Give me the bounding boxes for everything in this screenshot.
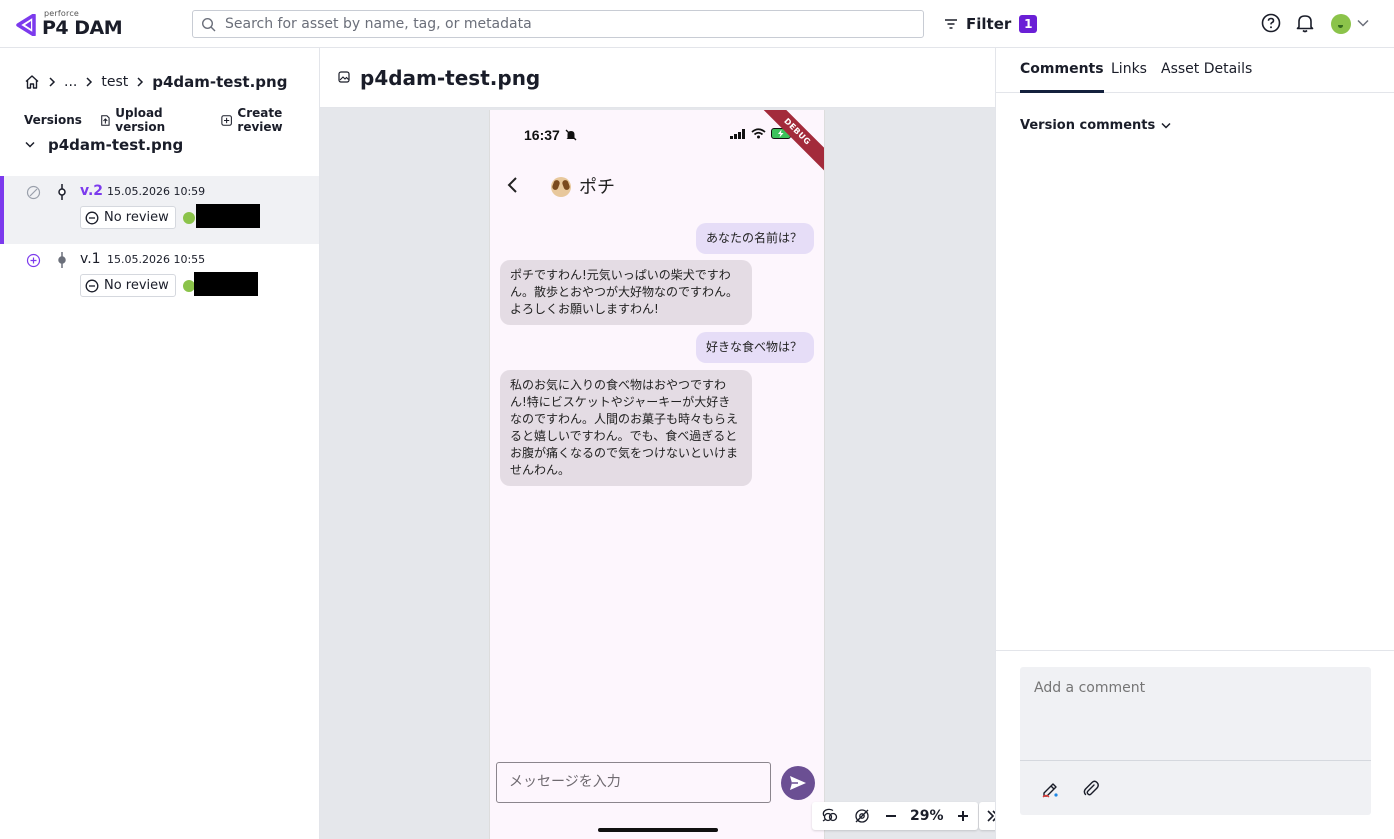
versions-panel: ... test p4dam-test.png Versions Upload … xyxy=(0,48,320,839)
attachment-paperclip-icon[interactable] xyxy=(1082,779,1100,799)
search-bar[interactable] xyxy=(192,10,924,38)
phone-send-button xyxy=(781,766,815,800)
app-logo[interactable]: perforce P4 DAM xyxy=(16,8,126,40)
tree-root-label: p4dam-test.png xyxy=(48,136,184,154)
chevron-down-icon xyxy=(25,141,35,148)
upload-file-icon xyxy=(101,114,110,126)
create-review-label: Create review xyxy=(237,106,283,134)
asset-preview-image: 16:37 DEBUG ポチ あなたの名前は？ ポチですわん!元気いっぱいの柴犬… xyxy=(489,110,825,839)
zoom-level: 29% xyxy=(910,808,944,824)
comment-box xyxy=(1020,667,1371,815)
tab-comments[interactable]: Comments xyxy=(1020,61,1104,93)
chevron-right-icon xyxy=(49,77,56,87)
commit-node-icon xyxy=(58,252,66,268)
viewer-header: p4dam-test.png xyxy=(320,48,995,108)
compare-view-icon[interactable] xyxy=(820,808,840,824)
versions-title: Versions xyxy=(24,113,82,127)
tab-asset-details[interactable]: Asset Details xyxy=(1161,61,1252,93)
chevron-right-icon xyxy=(86,77,93,87)
compare-disabled-icon[interactable] xyxy=(26,185,41,200)
zoom-in-icon[interactable] xyxy=(956,809,970,823)
send-icon xyxy=(790,776,806,790)
zoom-toolbar: 29% xyxy=(812,802,978,830)
asset-viewer: p4dam-test.png 16:37 DEBUG ポチ あなたの名前は？ ポ… xyxy=(320,48,1007,839)
version-date: 15.05.2026 10:55 xyxy=(107,253,206,266)
breadcrumb-current: p4dam-test.png xyxy=(152,73,288,91)
create-review-button[interactable]: Create review xyxy=(221,106,319,134)
asset-title: p4dam-test.png xyxy=(360,66,541,90)
filter-label: Filter xyxy=(966,15,1012,33)
muted-bell-icon xyxy=(565,129,577,141)
version-date: 15.05.2026 10:59 xyxy=(107,185,206,198)
version-label: v.1 xyxy=(80,251,101,267)
chat-message-bot: ポチですわん!元気いっぱいの柴犬ですわん。散歩とおやつが大好物なのですわん。よろ… xyxy=(500,260,752,325)
versions-toolbar: Versions Upload version Create review xyxy=(24,106,319,134)
version-tree-root[interactable]: p4dam-test.png xyxy=(24,136,183,154)
review-status-label: No review xyxy=(104,278,169,293)
chat-message-user: あなたの名前は？ xyxy=(696,223,814,254)
user-avatar[interactable] xyxy=(1331,14,1351,34)
p4-logo-icon xyxy=(16,14,36,36)
author-avatar xyxy=(183,212,195,224)
no-review-icon xyxy=(85,211,99,224)
chat-name: ポチ xyxy=(579,177,615,198)
version-row-v1[interactable]: v.1 15.05.2026 10:55 No review xyxy=(0,244,319,312)
search-input[interactable] xyxy=(225,14,905,34)
help-icon[interactable] xyxy=(1261,13,1281,33)
notifications-bell-icon[interactable] xyxy=(1296,13,1314,33)
details-panel: Comments Links Asset Details Version com… xyxy=(995,48,1394,839)
dog-emoji-icon xyxy=(551,177,571,197)
wifi-icon xyxy=(751,128,766,139)
search-icon xyxy=(201,17,216,32)
commit-node-icon xyxy=(58,184,66,200)
image-file-icon xyxy=(338,71,350,83)
draw-annotation-icon[interactable] xyxy=(1040,779,1060,799)
version-comments-dropdown[interactable]: Version comments xyxy=(1020,118,1171,133)
review-status-badge[interactable]: No review xyxy=(80,206,176,229)
redacted-author-name xyxy=(196,204,260,228)
chevron-down-icon[interactable] xyxy=(1357,19,1369,27)
phone-message-input: メッセージを入力 xyxy=(496,762,771,803)
annotations-hidden-icon[interactable] xyxy=(852,808,872,824)
upload-version-button[interactable]: Upload version xyxy=(100,106,203,134)
comment-input[interactable] xyxy=(1034,677,1354,699)
chat-message-bot: 私のお気に入りの食べ物はおやつですわん!特にビスケットやジャーキーが大好きなので… xyxy=(500,370,752,486)
comment-composer xyxy=(996,650,1394,839)
review-status-label: No review xyxy=(104,210,169,225)
breadcrumb-folder[interactable]: test xyxy=(101,74,128,90)
zoom-out-icon[interactable] xyxy=(884,809,898,823)
cellular-signal-icon xyxy=(730,128,745,139)
phone-home-indicator xyxy=(598,828,718,832)
home-icon[interactable] xyxy=(24,74,40,90)
comment-divider xyxy=(1020,760,1371,761)
version-row-v2[interactable]: v.2 15.05.2026 10:59 No review xyxy=(0,176,319,244)
chevron-right-icon xyxy=(137,77,144,87)
breadcrumb-ellipsis[interactable]: ... xyxy=(64,74,77,90)
add-compare-icon[interactable] xyxy=(26,253,41,268)
filter-button[interactable]: Filter 1 xyxy=(944,12,1038,36)
details-tabs: Comments Links Asset Details xyxy=(996,48,1394,93)
logo-product-text: P4 DAM xyxy=(42,17,123,39)
chat-message-user: 好きな食べ物は？ xyxy=(696,332,814,363)
debug-ribbon: DEBUG xyxy=(752,110,824,177)
version-comments-label: Version comments xyxy=(1020,118,1156,133)
redacted-author-name xyxy=(194,272,258,296)
top-bar: perforce P4 DAM Filter 1 xyxy=(0,0,1394,48)
filter-icon xyxy=(945,19,957,29)
add-square-icon xyxy=(221,114,233,126)
chevron-down-icon xyxy=(1161,122,1171,129)
breadcrumb: ... test p4dam-test.png xyxy=(24,72,287,92)
upload-version-label: Upload version xyxy=(115,106,166,134)
back-arrow-icon xyxy=(507,177,517,193)
phone-time: 16:37 xyxy=(524,127,560,143)
tab-links[interactable]: Links xyxy=(1111,61,1147,93)
filter-count-badge: 1 xyxy=(1019,15,1038,33)
version-label: v.2 xyxy=(80,183,104,199)
no-review-icon xyxy=(85,279,99,292)
review-status-badge[interactable]: No review xyxy=(80,274,176,297)
